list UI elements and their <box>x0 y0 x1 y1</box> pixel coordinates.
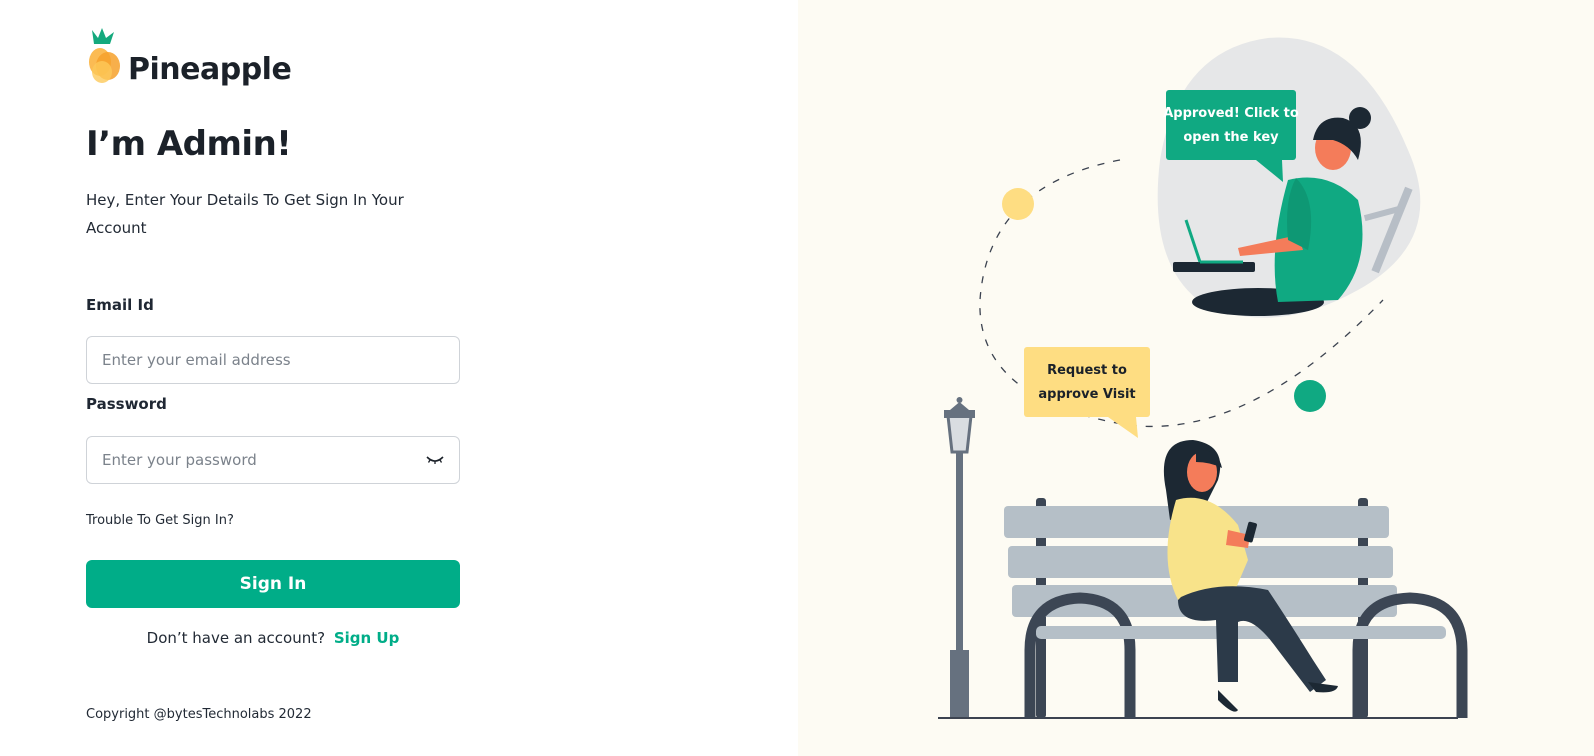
email-field[interactable] <box>87 337 459 383</box>
trouble-signin-link[interactable]: Trouble To Get Sign In? <box>86 513 234 528</box>
page-subtitle: Hey, Enter Your Details To Get Sign In Y… <box>86 191 404 237</box>
password-field-wrapper <box>86 436 460 484</box>
email-field-wrapper <box>86 336 460 384</box>
brand-name: Pineapple <box>128 52 292 87</box>
no-account-text: Don’t have an account? <box>146 629 326 647</box>
park-bench-illustration: Approved! Click to open the key Request … <box>938 37 1468 719</box>
green-dot-icon <box>1294 380 1326 412</box>
brand-logo[interactable]: Pineapple <box>86 26 316 90</box>
pineapple-logo-icon <box>89 28 120 83</box>
signin-button[interactable]: Sign In <box>86 560 460 608</box>
approved-bubble-line2: open the key <box>1183 130 1279 145</box>
password-label: Password <box>86 395 167 413</box>
request-bubble-line1: Request to <box>1047 363 1127 378</box>
approved-bubble-line1: Approved! Click to <box>1163 106 1299 121</box>
copyright-text: Copyright @bytesTechnolabs 2022 <box>86 707 312 722</box>
illustration-panel: Approved! Click to open the key Request … <box>798 0 1594 756</box>
signup-link[interactable]: Sign Up <box>334 629 400 647</box>
yellow-dot-icon <box>1002 188 1034 220</box>
page-title: I’m Admin! <box>86 124 292 164</box>
password-field[interactable] <box>87 437 459 483</box>
eye-closed-icon[interactable] <box>425 453 445 467</box>
signup-row: Don’t have an account? Sign Up <box>86 629 460 647</box>
login-panel: Pineapple I’m Admin! Hey, Enter Your Det… <box>0 0 798 756</box>
request-speech-bubble: Request to approve Visit <box>1024 347 1150 438</box>
request-bubble-line2: approve Visit <box>1038 387 1135 402</box>
lamp-post <box>944 397 975 718</box>
email-label: Email Id <box>86 296 154 314</box>
